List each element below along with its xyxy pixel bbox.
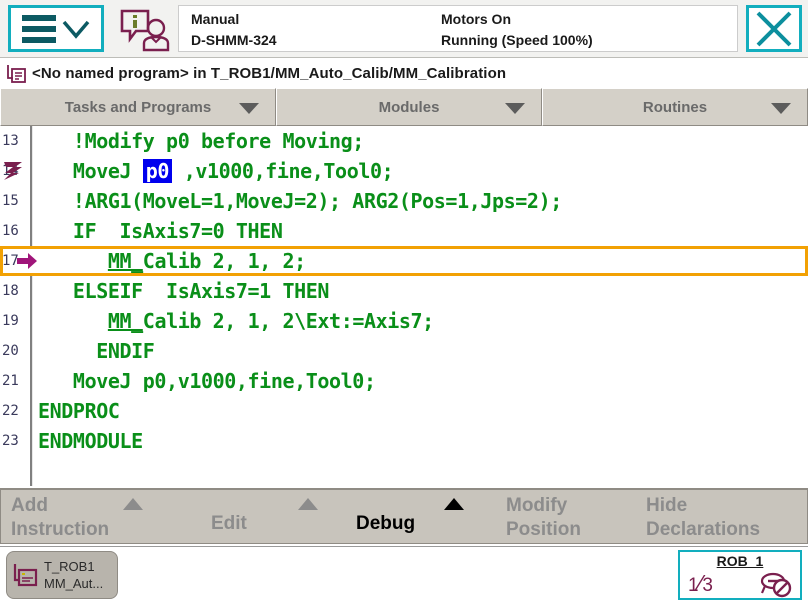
program-editor-icon [13, 564, 38, 587]
breadcrumb: <No named program> in T_ROB1/MM_Auto_Cal… [0, 58, 808, 88]
triangle-up-icon [444, 498, 464, 510]
motion-pointer-icon [17, 253, 37, 269]
code-line-21[interactable]: 21 MoveJ p0,v1000,fine,Tool0; [0, 366, 808, 396]
status-mode-group: Manual D-SHMM-324 [191, 9, 277, 51]
chevron-down-icon [771, 103, 791, 114]
operator-info-icon[interactable] [118, 8, 172, 52]
line-number: 15 [2, 193, 19, 209]
line-text: ENDIF [38, 339, 155, 363]
line-number: 21 [2, 373, 19, 389]
line-number: 16 [2, 223, 19, 239]
editor-action-bar: Add Instruction Edit Debug Modify Positi… [0, 488, 808, 544]
chevron-down-icon [239, 103, 259, 114]
routines-label: Routines [642, 98, 708, 116]
code-line-15[interactable]: 15 !ARG1(MoveL=1,MoveJ=2); ARG2(Pos=1,Jp… [0, 186, 808, 216]
code-line-14[interactable]: 14 MoveJ p0 ,v1000,fine,Tool0; [0, 156, 808, 186]
program-module-icon [7, 64, 26, 83]
hide-declarations-button[interactable]: Hide Declarations [636, 490, 806, 543]
jog-denominator: 3 [702, 575, 713, 596]
close-button[interactable] [746, 5, 802, 52]
line-text-post: Calib 2, 1, 2; [142, 249, 306, 273]
tasks-and-programs-dropdown[interactable]: Tasks and Programs [0, 88, 276, 126]
main-menu-button[interactable] [8, 5, 104, 52]
modules-dropdown[interactable]: Modules [276, 88, 542, 126]
modules-label: Modules [378, 98, 440, 116]
taskbar-item-program-editor[interactable]: T_ROB1 MM_Aut... [6, 551, 118, 599]
chevron-down-icon [505, 103, 525, 114]
line-text-post: ,v1000,fine,Tool0; [172, 159, 394, 183]
line-text: MM_Calib 2, 1, 2\Ext:=Axis7; [38, 306, 434, 336]
close-icon [756, 11, 792, 46]
line-text: MoveJ p0 ,v1000,fine,Tool0; [38, 156, 394, 186]
triangle-up-icon [298, 498, 318, 510]
edit-label: Edit [211, 513, 247, 534]
code-line-18[interactable]: 18 ELSEIF IsAxis7=1 THEN [0, 276, 808, 306]
edit-button[interactable]: Edit [201, 490, 346, 543]
code-line-17-selected[interactable]: 17 MM_Calib 2, 1, 2; [0, 246, 808, 276]
robot-name-label: ROB_1 [716, 553, 764, 569]
line-text: !ARG1(MoveL=1,MoveJ=2); ARG2(Pos=1,Jps=2… [38, 189, 562, 213]
code-line-13[interactable]: 13 !Modify p0 before Moving; [0, 126, 808, 156]
line-text-pre: MoveJ [38, 159, 143, 183]
breadcrumb-text: <No named program> in T_ROB1/MM_Auto_Cal… [32, 64, 507, 82]
line-text: MoveJ p0,v1000,fine,Tool0; [38, 369, 376, 393]
code-line-20[interactable]: 20 ENDIF [0, 336, 808, 366]
jog-numerator: 1 [688, 575, 699, 596]
modify-position-button[interactable]: Modify Position [496, 490, 636, 543]
line-number: 19 [2, 313, 19, 329]
line-number: 13 [2, 133, 19, 149]
add-instruction-button[interactable]: Add Instruction [1, 490, 201, 543]
debug-button[interactable]: Debug [346, 490, 496, 543]
status-panel[interactable]: Manual D-SHMM-324 Motors On Running (Spe… [178, 5, 738, 52]
program-pointer-icon [4, 162, 22, 180]
line-text: !Modify p0 before Moving; [38, 129, 364, 153]
top-status-bar: Manual D-SHMM-324 Motors On Running (Spe… [0, 0, 808, 58]
jog-axis-disabled-icon [760, 572, 792, 598]
add-instruction-label: Add Instruction [11, 495, 110, 540]
hide-declarations-label: Hide Declarations [646, 495, 761, 540]
line-text-underlined: MM_ [107, 309, 143, 333]
triangle-up-icon [123, 498, 143, 510]
line-number: 23 [2, 433, 19, 449]
taskbar-item-label: T_ROB1 MM_Aut... [44, 559, 104, 591]
taskbar: T_ROB1 MM_Aut... ROB_1 1⁄3 [0, 546, 808, 606]
line-text-post: Calib 2, 1, 2\Ext:=Axis7; [142, 309, 434, 333]
code-line-22[interactable]: 22 ENDPROC [0, 396, 808, 426]
tasks-and-programs-label: Tasks and Programs [64, 98, 212, 116]
line-number: 20 [2, 343, 19, 359]
status-execution-state: Running (Speed 100%) [441, 32, 593, 48]
robot-jog-panel[interactable]: ROB_1 1⁄3 [678, 550, 802, 600]
line-text-underlined: MM_ [107, 249, 143, 273]
line-text: ENDPROC [38, 399, 120, 423]
code-line-23[interactable]: 23 ENDMODULE [0, 426, 808, 456]
rapid-code-editor[interactable]: 13 !Modify p0 before Moving; 14 MoveJ p0… [0, 126, 808, 486]
line-text: MM_Calib 2, 1, 2; [38, 249, 306, 273]
line-text: ENDMODULE [38, 429, 143, 453]
code-line-19[interactable]: 19 MM_Calib 2, 1, 2\Ext:=Axis7; [0, 306, 808, 336]
chevron-down-icon [62, 20, 90, 39]
routines-dropdown[interactable]: Routines [542, 88, 808, 126]
status-controller-name: D-SHMM-324 [191, 32, 277, 48]
line-number: 18 [2, 283, 19, 299]
status-operating-mode: Manual [191, 11, 240, 27]
selected-token[interactable]: p0 [142, 159, 173, 183]
selector-bar: Tasks and Programs Modules Routines [0, 88, 808, 126]
code-line-16[interactable]: 16 IF IsAxis7=0 THEN [0, 216, 808, 246]
line-number: 22 [2, 403, 19, 419]
status-motors-state: Motors On [441, 11, 511, 27]
debug-label: Debug [356, 513, 416, 534]
line-text: IF IsAxis7=0 THEN [38, 219, 283, 243]
jog-mode-indicator: 1⁄3 [688, 570, 713, 597]
hamburger-menu-icon [22, 14, 56, 43]
status-motor-group: Motors On Running (Speed 100%) [441, 9, 593, 51]
modify-position-label: Modify Position [506, 495, 581, 540]
line-text: ELSEIF IsAxis7=1 THEN [38, 279, 330, 303]
